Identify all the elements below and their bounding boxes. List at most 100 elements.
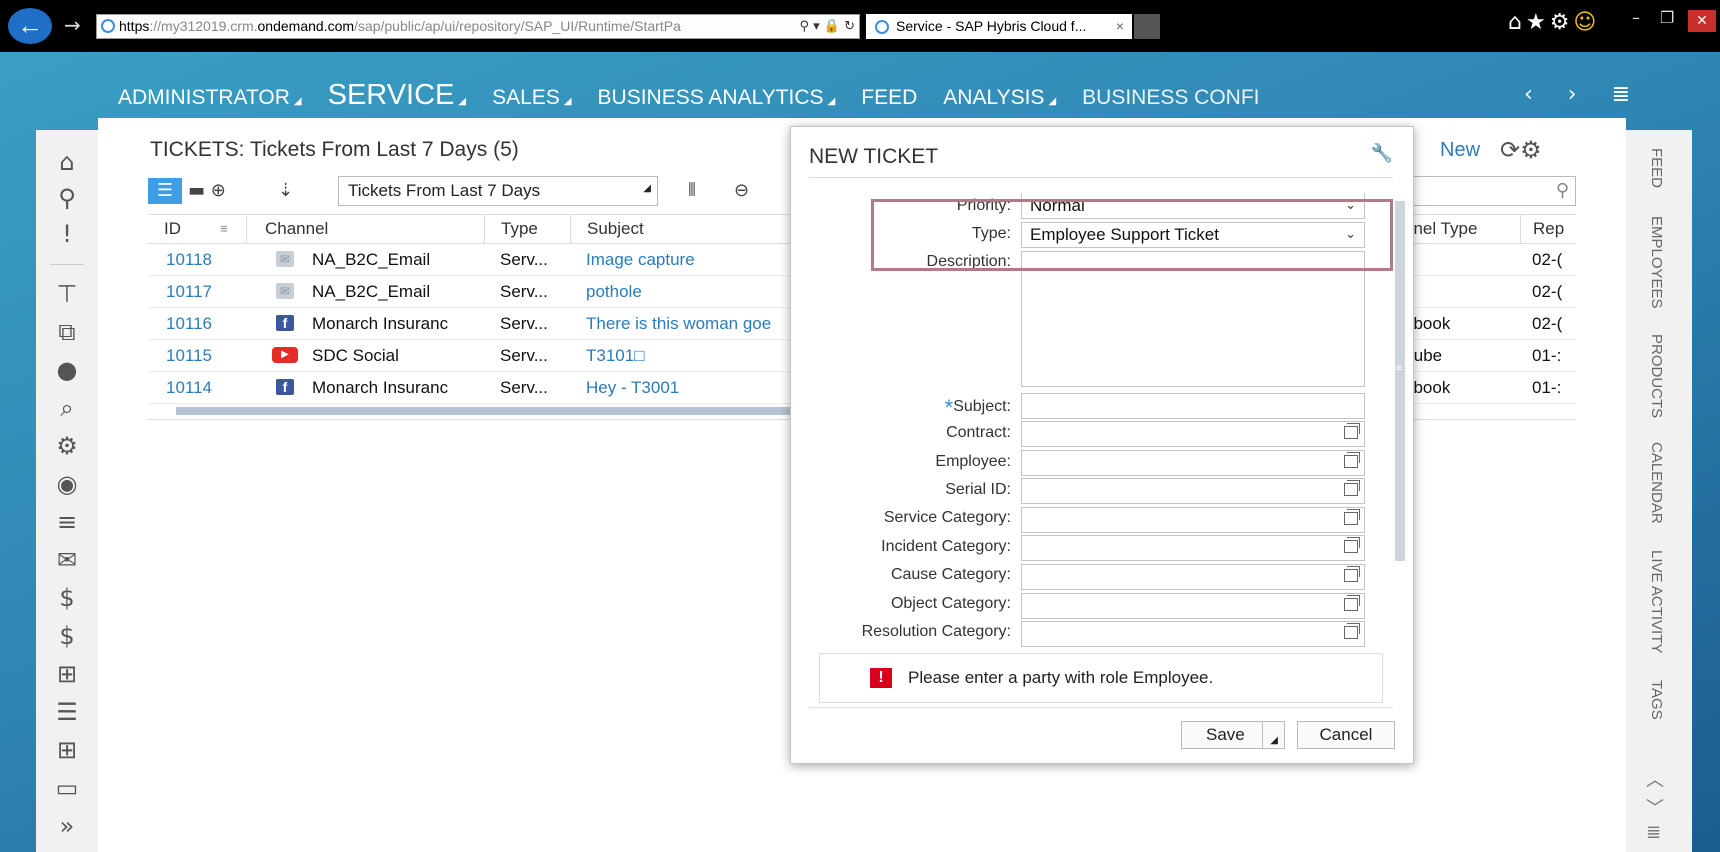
rail-feed[interactable]: FEED: [1648, 148, 1665, 188]
new-button[interactable]: New: [1440, 139, 1480, 162]
home-icon[interactable]: ⌂: [47, 146, 87, 178]
zoom-icon[interactable]: ⊖: [734, 178, 749, 204]
save-button[interactable]: Save ◢: [1181, 721, 1285, 749]
browser-icons[interactable]: ⌂★⚙☺: [1508, 10, 1600, 35]
contract-input[interactable]: [1021, 421, 1365, 447]
chat-money-icon[interactable]: ▭: [47, 772, 87, 804]
subject[interactable]: T3101□: [586, 340, 788, 371]
columns-icon[interactable]: ⦀: [688, 178, 696, 204]
rail-calendar[interactable]: CALENDAR: [1648, 442, 1665, 524]
person-board-icon[interactable]: ⊞: [47, 658, 87, 690]
search-input[interactable]: ⚲: [1402, 176, 1576, 206]
rail-live-activity[interactable]: LIVE ACTIVITY: [1648, 550, 1665, 653]
tab-close-icon[interactable]: ×: [1116, 14, 1124, 39]
address-bar[interactable]: https://my312019.crm.ondemand.com/sap/pu…: [96, 14, 860, 39]
value-help-icon[interactable]: [1344, 423, 1360, 439]
filter-icon[interactable]: ≡: [220, 215, 228, 243]
dollar-icon[interactable]: $: [47, 620, 87, 652]
nav-feed[interactable]: FEED: [861, 86, 917, 116]
value-help-icon[interactable]: [1344, 452, 1360, 468]
col-id[interactable]: ID: [148, 215, 246, 243]
query-select[interactable]: Tickets From Last 7 Days ◢: [338, 176, 658, 206]
rail-products[interactable]: PRODUCTS: [1648, 334, 1665, 418]
dialog-scrollbar[interactable]: ≡: [1395, 201, 1405, 561]
description-textarea[interactable]: [1021, 251, 1365, 387]
circle-icon[interactable]: ●: [47, 354, 87, 386]
rail-tags[interactable]: TAGS: [1648, 680, 1665, 720]
minimize-button[interactable]: –: [1632, 8, 1640, 27]
search-icon[interactable]: ⚲: [1556, 180, 1569, 201]
nav-analysis[interactable]: ANALYSIS ◢: [943, 86, 1056, 116]
col-channel-type[interactable]: nnel Type: [1400, 215, 1520, 243]
wrench-icon[interactable]: 🔧: [1371, 143, 1393, 164]
new-tab-button[interactable]: [1134, 14, 1160, 39]
value-help-icon[interactable]: [1344, 480, 1360, 496]
org-chart-icon[interactable]: ⊤: [47, 278, 87, 310]
employee-input[interactable]: [1021, 450, 1365, 476]
value-help-icon[interactable]: [1344, 623, 1360, 639]
address-bar-icons[interactable]: ⚲ ▾ 🔒 ↻: [795, 15, 855, 38]
home-star-gear-icons[interactable]: ⌂★⚙: [1508, 10, 1573, 35]
value-help-icon[interactable]: [1344, 595, 1360, 611]
mail-icon[interactable]: ✉: [47, 544, 87, 576]
save-menu-caret-icon[interactable]: ◢: [1270, 736, 1278, 746]
rail-employees[interactable]: EMPLOYEES: [1648, 216, 1665, 309]
chevron-down-icon[interactable]: ﹀: [1646, 794, 1664, 820]
subject[interactable]: There is this woman goe: [586, 308, 788, 339]
cancel-button[interactable]: Cancel: [1297, 721, 1395, 749]
cause-category-input[interactable]: [1021, 564, 1365, 590]
value-help-icon[interactable]: [1344, 566, 1360, 582]
nav-service[interactable]: SERVICE ◢: [307, 79, 472, 123]
cube-icon[interactable]: ⧉: [47, 316, 87, 348]
serial-id-input[interactable]: [1021, 478, 1365, 504]
inspect-icon[interactable]: ⌕: [47, 392, 87, 424]
channel: SDC Social: [312, 346, 399, 365]
browser-tab[interactable]: Service - SAP Hybris Cloud f... ×: [866, 14, 1132, 39]
forward-arrow-icon[interactable]: →: [64, 13, 81, 37]
search-icon[interactable]: ⚲: [47, 182, 87, 214]
close-window-button[interactable]: ✕: [1688, 10, 1716, 32]
subject[interactable]: pothole: [586, 276, 788, 307]
chevron-up-icon[interactable]: ︿: [1646, 766, 1664, 792]
ticket-id[interactable]: 10115: [166, 340, 212, 371]
menu-icon[interactable]: ≣: [1646, 822, 1661, 843]
nav-scroll-arrows[interactable]: ‹ › ≣: [1524, 82, 1644, 107]
ticket-id[interactable]: 10114: [166, 372, 212, 403]
col-rep[interactable]: Rep: [1520, 215, 1576, 243]
nav-business-config[interactable]: BUSINESS CONFI: [1082, 86, 1259, 116]
col-type[interactable]: Type: [484, 215, 570, 243]
ticket-id[interactable]: 10118: [166, 244, 212, 275]
expand-icon[interactable]: »: [47, 810, 87, 842]
horizontal-scrollbar[interactable]: [176, 407, 792, 415]
report-icon[interactable]: ☰: [47, 696, 87, 728]
subject[interactable]: Image capture: [586, 244, 788, 275]
alert-icon[interactable]: !: [47, 218, 87, 250]
nav-sales[interactable]: SALES ◢: [492, 86, 571, 116]
object-category-input[interactable]: [1021, 593, 1365, 619]
list-view-icon[interactable]: ☰: [148, 178, 182, 204]
nav-administrator[interactable]: ADMINISTRATOR ◢: [118, 86, 302, 116]
view-toggle-icons[interactable]: ▬ ⊕: [188, 178, 226, 204]
incident-category-input[interactable]: [1021, 535, 1365, 561]
service-category-input[interactable]: [1021, 507, 1365, 533]
col-channel[interactable]: Channel: [246, 215, 478, 243]
resolution-category-input[interactable]: [1021, 621, 1365, 647]
sort-icon[interactable]: ⇣: [278, 178, 293, 204]
calendar-grid-icon[interactable]: ⊞: [47, 734, 87, 766]
back-arrow-icon[interactable]: ←: [8, 8, 52, 44]
ticket-id[interactable]: 10117: [166, 276, 212, 307]
gear-icon[interactable]: ⚙: [47, 430, 87, 462]
refresh-settings-icons[interactable]: ⟳⚙: [1500, 136, 1542, 164]
money-transfer-icon[interactable]: $: [47, 582, 87, 614]
value-help-icon[interactable]: [1344, 537, 1360, 553]
people-list-icon[interactable]: ≡: [47, 506, 87, 538]
restore-button[interactable]: ❐: [1660, 8, 1674, 27]
smiley-icon[interactable]: ☺: [1573, 10, 1600, 35]
subject-input[interactable]: [1021, 393, 1365, 419]
subject[interactable]: Hey - T3001: [586, 372, 788, 403]
nav-business-analytics[interactable]: BUSINESS ANALYTICS ◢: [598, 86, 836, 116]
col-subject[interactable]: Subject: [570, 215, 770, 243]
value-help-icon[interactable]: [1344, 509, 1360, 525]
person-icon[interactable]: ◉: [47, 468, 87, 500]
ticket-id[interactable]: 10116: [166, 308, 212, 339]
